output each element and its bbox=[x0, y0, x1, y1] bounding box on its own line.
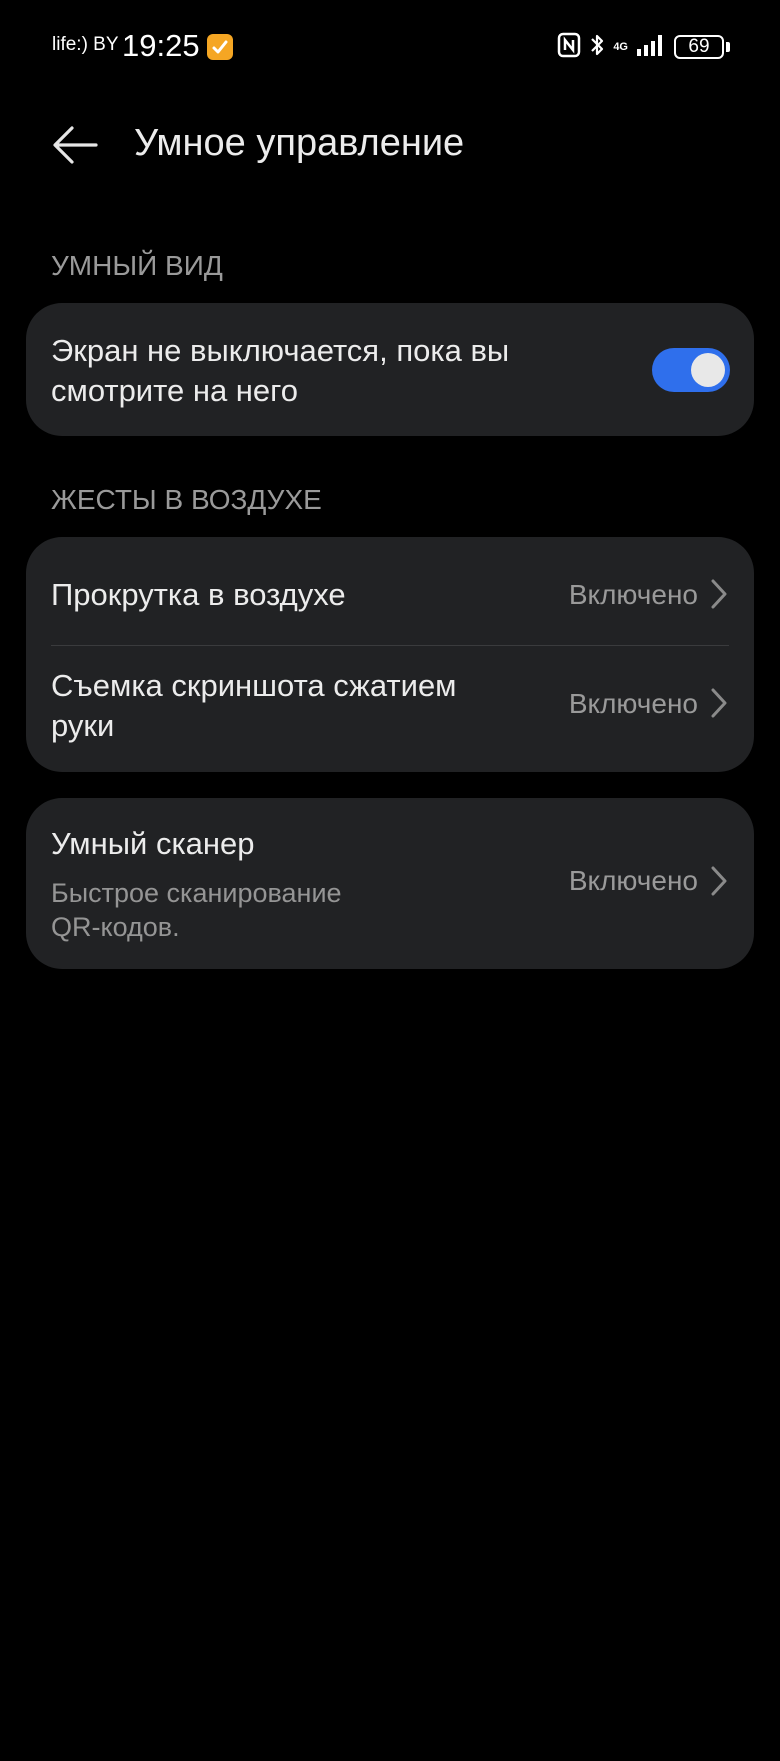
card-smart-scanner: Умный сканер Быстрое сканирование QR-код… bbox=[26, 798, 754, 969]
setting-value: Включено bbox=[568, 579, 698, 610]
card-smart-view: Экран не выключается, пока вы смотрите н… bbox=[26, 303, 754, 436]
setting-title-line2: руки bbox=[51, 708, 115, 743]
chevron-right-icon bbox=[711, 688, 727, 718]
setting-subtitle-line2: QR-кодов. bbox=[51, 912, 180, 942]
toggle-knob bbox=[691, 353, 725, 387]
status-time: 19:25 bbox=[122, 28, 200, 63]
carrier-label: life:) BY bbox=[52, 34, 119, 55]
setting-title: Прокрутка в воздухе bbox=[51, 577, 346, 612]
notification-app-icon bbox=[207, 34, 233, 60]
battery-tip bbox=[726, 42, 730, 52]
setting-subtitle: Быстрое сканирование bbox=[51, 878, 342, 908]
back-button[interactable] bbox=[40, 118, 110, 172]
setting-title: Экран не выключается, пока вы bbox=[51, 333, 510, 368]
battery-level: 69 bbox=[688, 36, 710, 57]
setting-row-grab-screenshot[interactable]: Съемка скриншота сжатием руки Включено bbox=[26, 646, 754, 772]
app-header: Умное управление bbox=[0, 100, 780, 190]
nfc-icon bbox=[557, 32, 581, 62]
setting-row-air-scroll[interactable]: Прокрутка в воздухе Включено bbox=[26, 537, 754, 645]
signal-icon bbox=[636, 33, 666, 61]
status-icons: 4G 69 bbox=[557, 32, 730, 62]
bluetooth-icon bbox=[589, 32, 605, 62]
status-bar: life:) BY 19:25 4G 69 bbox=[0, 0, 780, 96]
setting-row-smart-scanner[interactable]: Умный сканер Быстрое сканирование QR-код… bbox=[26, 798, 754, 969]
network-type-label: 4G bbox=[613, 41, 628, 53]
setting-value: Включено bbox=[568, 865, 698, 896]
setting-title: Съемка скриншота сжатием bbox=[51, 668, 457, 703]
setting-row-screen-awake[interactable]: Экран не выключается, пока вы смотрите н… bbox=[26, 303, 754, 436]
setting-value: Включено bbox=[568, 688, 698, 719]
setting-title-line2: смотрите на него bbox=[51, 373, 299, 408]
back-arrow-icon bbox=[53, 126, 98, 164]
screen-awake-toggle[interactable] bbox=[652, 348, 730, 392]
chevron-right-icon bbox=[711, 866, 727, 896]
section-label-smart-view: УМНЫЙ ВИД bbox=[51, 250, 223, 281]
section-label-air-gestures: ЖЕСТЫ В ВОЗДУХЕ bbox=[51, 484, 322, 515]
battery-icon: 69 bbox=[674, 35, 724, 59]
card-air-gestures: Прокрутка в воздухе Включено Съемка скри… bbox=[26, 537, 754, 772]
page-title: Умное управление bbox=[134, 122, 465, 164]
setting-title: Умный сканер bbox=[51, 826, 255, 861]
chevron-right-icon bbox=[711, 579, 727, 609]
